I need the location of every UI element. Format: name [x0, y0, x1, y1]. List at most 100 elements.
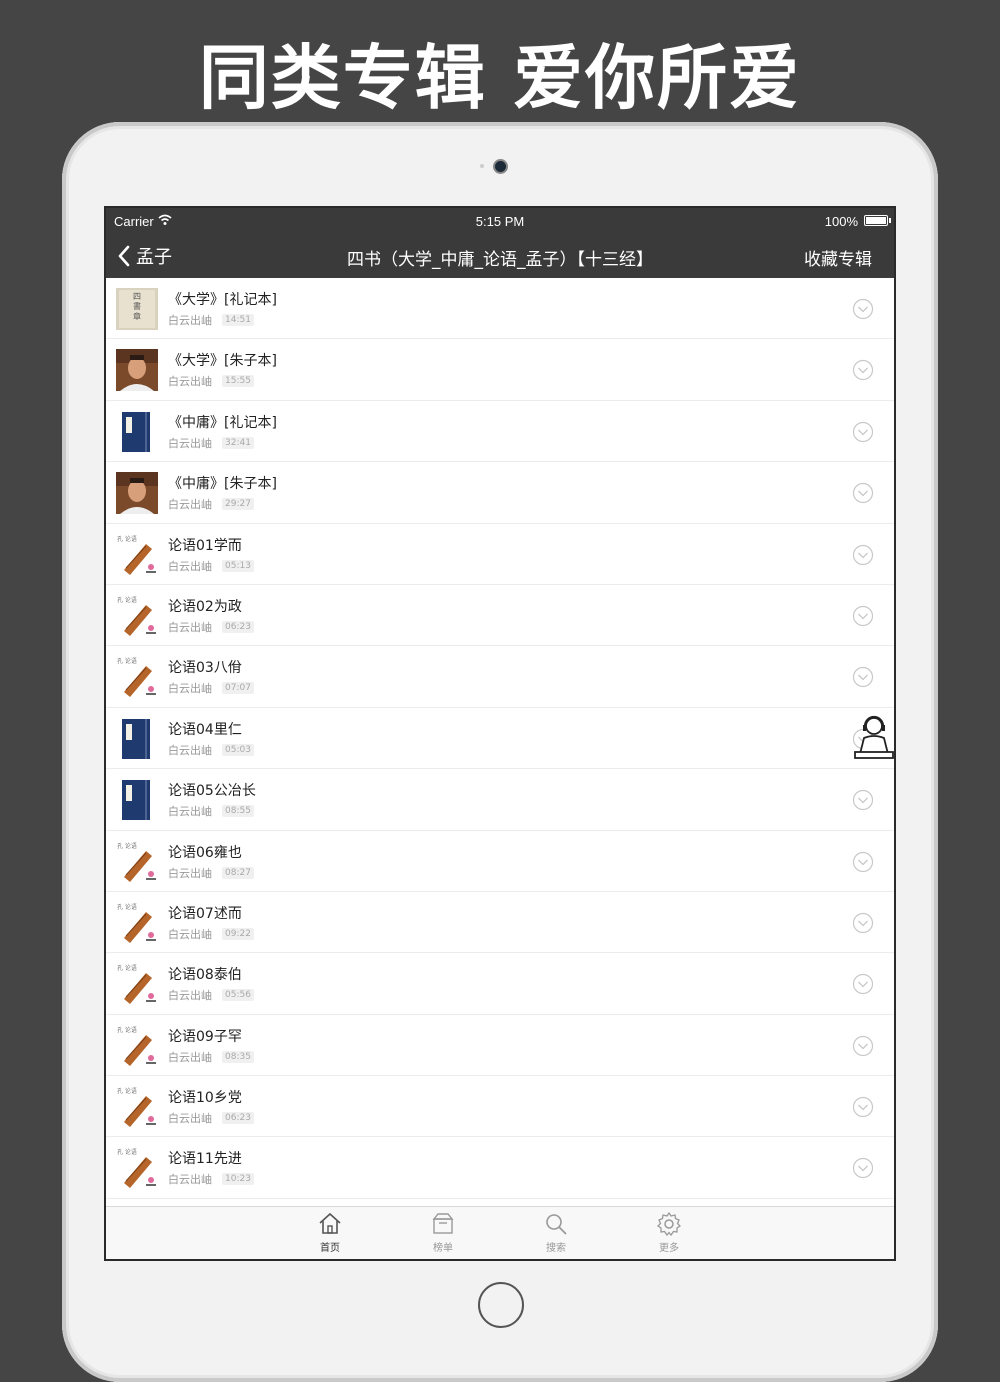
svg-text:四: 四: [133, 292, 141, 301]
track-duration: 15:55: [222, 375, 254, 388]
promo-headline: 同类专辑 爱你所爱: [198, 37, 802, 119]
track-row[interactable]: 孔 论语 论语07述而 白云出岫 09:22: [106, 892, 894, 954]
tab-home-label: 首页: [320, 1243, 340, 1254]
battery-percent: 100%: [824, 214, 858, 229]
track-title: 论语05公冶长: [168, 783, 256, 800]
chevron-down-circle-icon[interactable]: [852, 789, 874, 811]
track-cover-image: 孔 论语: [116, 1086, 158, 1129]
track-cover-image: [116, 717, 158, 760]
ranking-box-icon: [432, 1213, 454, 1234]
track-author: 白云出岫: [168, 314, 212, 327]
chevron-down-circle-icon[interactable]: [852, 359, 874, 381]
track-meta: 白云出岫 05:56: [168, 987, 254, 1003]
track-meta: 白云出岫 09:22: [168, 926, 254, 942]
track-duration: 05:13: [222, 559, 254, 572]
svg-text:孔 论语: 孔 论语: [117, 1026, 137, 1034]
track-row[interactable]: 论语05公冶长 白云出岫 08:55: [106, 769, 894, 831]
track-row[interactable]: 孔 论语 论语10乡党 白云出岫 06:23: [106, 1076, 894, 1138]
track-duration: 06:23: [222, 620, 254, 633]
track-author: 白云出岫: [168, 498, 212, 512]
track-cover-image: [116, 349, 158, 392]
chevron-down-circle-icon[interactable]: [852, 851, 874, 873]
track-row[interactable]: 论语04里仁 白云出岫 05:03: [106, 708, 894, 770]
front-camera: [495, 161, 506, 172]
track-meta: 白云出岫 08:27: [168, 865, 254, 881]
track-duration: 10:23: [222, 1173, 254, 1186]
chevron-down-circle-icon[interactable]: [852, 421, 874, 443]
track-title: 《大学》[礼记本]: [168, 292, 277, 308]
back-button[interactable]: 孟子: [116, 242, 172, 270]
home-hardware-button: [478, 1282, 524, 1328]
track-cover-image: 孔 论语: [116, 533, 158, 576]
track-duration: 09:22: [222, 927, 254, 940]
svg-text:孔 论语: 孔 论语: [117, 596, 137, 604]
track-author: 白云出岫: [168, 559, 212, 573]
track-title: 论语04里仁: [168, 721, 242, 738]
track-meta: 白云出岫 10:23: [168, 1171, 254, 1187]
track-row[interactable]: 《大学》[朱子本] 白云出岫 15:55: [106, 339, 894, 401]
track-cover-image: 孔 论语: [116, 656, 158, 699]
now-playing-icon[interactable]: [852, 714, 896, 760]
track-cover-image: 孔 论语: [116, 1024, 158, 1067]
tab-search[interactable]: 搜索: [526, 1211, 586, 1254]
track-title: 论语08泰伯: [168, 967, 242, 984]
tab-bar: 首页 榜单 搜索 更多: [106, 1206, 894, 1259]
tab-ranking[interactable]: 榜单: [413, 1211, 473, 1254]
track-title: 《中庸》[礼记本]: [168, 414, 277, 431]
track-row[interactable]: 孔 论语 论语06雍也 白云出岫 08:27: [106, 831, 894, 892]
track-cover-image: 孔 论语: [116, 1147, 158, 1190]
track-row[interactable]: 《中庸》[朱子本] 白云出岫 29:27: [106, 462, 894, 524]
track-meta: 白云出岫 14:51: [168, 312, 254, 328]
tab-ranking-label: 榜单: [433, 1243, 453, 1254]
status-bar: Carrier 5:15 PM 100%: [106, 208, 894, 234]
track-author: 白云出岫: [168, 927, 212, 941]
track-title: 论语06雍也: [168, 844, 242, 861]
chevron-down-circle-icon[interactable]: [852, 1157, 874, 1179]
track-cover-image: [116, 472, 158, 515]
front-sensor: [480, 164, 484, 168]
chevron-down-circle-icon[interactable]: [852, 298, 874, 320]
track-row[interactable]: 孔 论语 论语09子罕 白云出岫 08:35: [106, 1015, 894, 1077]
status-time: 5:15 PM: [475, 214, 525, 229]
track-meta: 白云出岫 08:55: [168, 803, 254, 819]
battery-icon: [864, 215, 888, 226]
track-duration: 05:03: [222, 743, 254, 756]
page-title: 四书（大学_中庸_论语_孟子）【十三经】: [347, 250, 653, 270]
chevron-down-circle-icon[interactable]: [852, 1096, 874, 1118]
svg-text:孔 论语: 孔 论语: [117, 1087, 137, 1095]
track-row[interactable]: 《中庸》[礼记本] 白云出岫 32:41: [106, 401, 894, 463]
chevron-down-circle-icon[interactable]: [852, 605, 874, 627]
search-icon: [546, 1214, 567, 1235]
favorite-album-button[interactable]: 收藏专辑: [804, 245, 872, 270]
track-author: 白云出岫: [168, 436, 212, 450]
chevron-down-circle-icon[interactable]: [852, 482, 874, 504]
home-icon: [319, 1212, 341, 1234]
chevron-down-circle-icon[interactable]: [852, 666, 874, 688]
track-cover-image: 孔 论语: [116, 901, 158, 944]
track-row[interactable]: 孔 论语 论语01学而 白云出岫 05:13: [106, 524, 894, 585]
chevron-down-circle-icon[interactable]: [852, 912, 874, 934]
tab-home[interactable]: 首页: [300, 1211, 360, 1254]
track-cover-image: [116, 410, 158, 453]
navigation-bar: 孟子 四书（大学_中庸_论语_孟子）【十三经】 收藏专辑: [106, 234, 894, 278]
track-row[interactable]: 孔 论语 论语03八佾 白云出岫 07:07: [106, 646, 894, 708]
svg-text:孔 论语: 孔 论语: [117, 842, 137, 850]
chevron-down-circle-icon[interactable]: [852, 973, 874, 995]
track-author: 白云出岫: [168, 620, 212, 634]
track-cover-image: 孔 论语: [116, 594, 158, 637]
svg-text:孔 论语: 孔 论语: [117, 657, 137, 665]
chevron-down-circle-icon[interactable]: [852, 544, 874, 566]
track-duration: 08:55: [222, 805, 254, 818]
track-row[interactable]: 孔 论语 论语02为政 白云出岫 06:23: [106, 585, 894, 647]
track-row[interactable]: 孔 论语 论语08泰伯 白云出岫 05:56: [106, 953, 894, 1015]
chevron-down-circle-icon[interactable]: [852, 1035, 874, 1057]
track-title: 《中庸》[朱子本]: [168, 476, 277, 493]
track-cover-image: [116, 779, 158, 822]
svg-text:章: 章: [133, 311, 141, 321]
track-row[interactable]: 四書章《大学》[礼记本] 白云出岫 14:51: [106, 278, 894, 340]
track-title: 论语01学而: [168, 537, 242, 554]
track-row[interactable]: 孔 论语 论语11先进 白云出岫 10:23: [106, 1137, 894, 1199]
track-title: 论语07述而: [168, 905, 242, 922]
track-author: 白云出岫: [168, 805, 212, 819]
tab-more[interactable]: 更多: [639, 1211, 699, 1254]
